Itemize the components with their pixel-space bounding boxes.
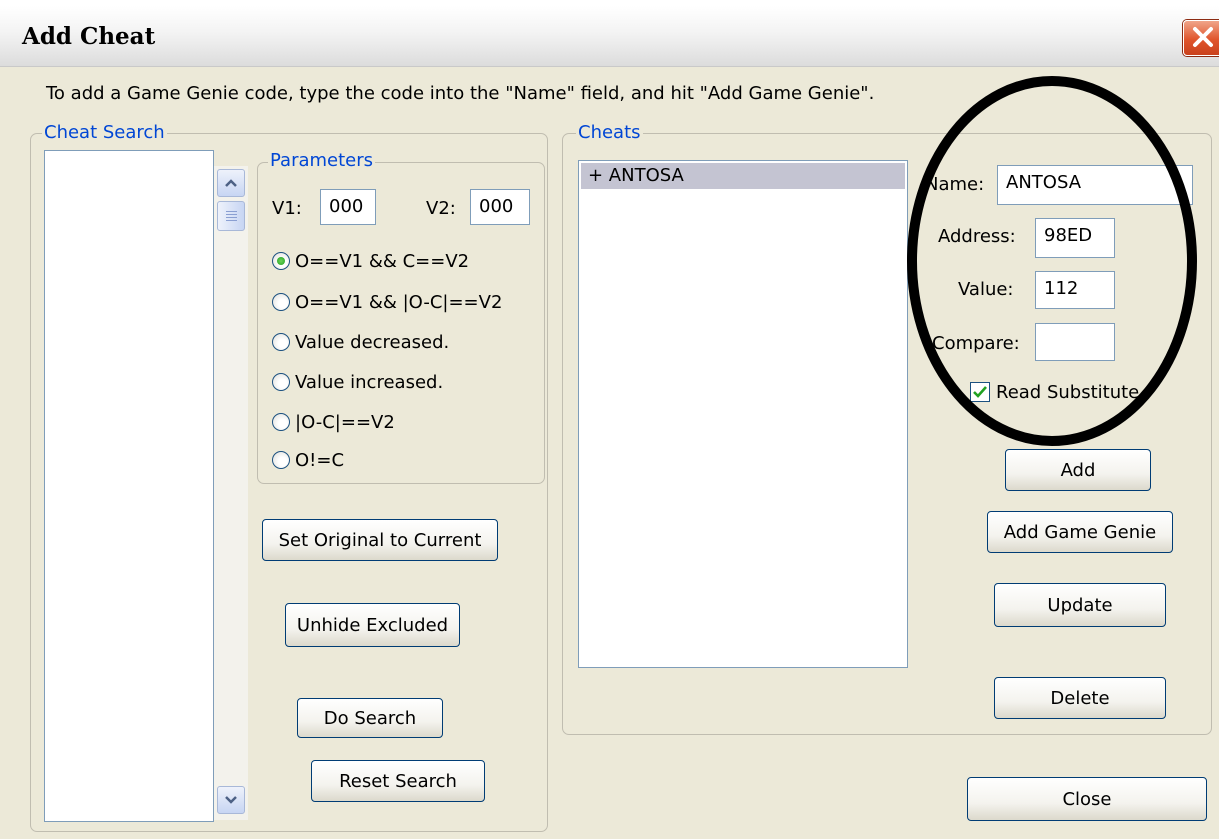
radio-option-3[interactable]: Value decreased.: [272, 330, 449, 354]
annotation-ellipse: [907, 76, 1197, 446]
radio-icon: [272, 293, 290, 311]
update-button[interactable]: Update: [994, 583, 1166, 627]
v1-input[interactable]: 000: [320, 189, 376, 225]
radio-option-2[interactable]: O==V1 && |O-C|==V2: [272, 290, 502, 314]
radio-option-1[interactable]: O==V1 && C==V2: [272, 249, 469, 273]
radio-selected-icon: [272, 252, 290, 270]
arrow-down-icon: [225, 796, 237, 804]
cheat-search-label: Cheat Search: [42, 122, 167, 143]
close-button[interactable]: Close: [967, 777, 1207, 821]
radio-label: O==V1 && |O-C|==V2: [295, 291, 503, 313]
radio-option-5[interactable]: |O-C|==V2: [272, 410, 395, 434]
cheat-list-item[interactable]: + ANTOSA: [581, 163, 905, 189]
scroll-thumb[interactable]: [217, 201, 245, 231]
delete-button[interactable]: Delete: [994, 677, 1166, 719]
close-window-button[interactable]: [1183, 20, 1219, 56]
v2-label: V2:: [426, 198, 456, 219]
radio-icon: [272, 451, 290, 469]
cheats-list[interactable]: + ANTOSA: [578, 160, 908, 668]
close-icon: [1193, 27, 1213, 47]
window-title: Add Cheat: [22, 23, 156, 50]
search-results-scrollbar[interactable]: [214, 166, 248, 820]
add-cheat-dialog: Add Cheat To add a Game Genie code, type…: [0, 6, 1219, 839]
radio-label: O!=C: [295, 449, 345, 471]
radio-option-6[interactable]: O!=C: [272, 448, 344, 472]
radio-icon: [272, 413, 290, 431]
set-original-to-current-button[interactable]: Set Original to Current: [262, 519, 498, 561]
do-search-button[interactable]: Do Search: [297, 698, 443, 738]
radio-label: Value increased.: [295, 371, 444, 393]
title-bar[interactable]: Add Cheat: [0, 6, 1219, 67]
radio-label: O==V1 && C==V2: [295, 250, 470, 272]
radio-icon: [272, 333, 290, 351]
parameters-label: Parameters: [268, 150, 376, 171]
arrow-up-icon: [225, 179, 237, 187]
v1-label: V1:: [272, 198, 302, 219]
radio-icon: [272, 373, 290, 391]
scroll-down-button[interactable]: [217, 786, 245, 814]
unhide-excluded-button[interactable]: Unhide Excluded: [285, 603, 460, 647]
search-results-list[interactable]: [44, 150, 214, 822]
v2-input[interactable]: 000: [470, 189, 530, 225]
radio-label: Value decreased.: [295, 331, 450, 353]
scroll-up-button[interactable]: [217, 169, 245, 197]
reset-search-button[interactable]: Reset Search: [311, 760, 485, 802]
add-game-genie-button[interactable]: Add Game Genie: [987, 511, 1173, 553]
instructions-text: To add a Game Genie code, type the code …: [46, 83, 875, 104]
radio-option-4[interactable]: Value increased.: [272, 370, 443, 394]
cheats-label: Cheats: [576, 122, 643, 143]
radio-label: |O-C|==V2: [295, 411, 395, 433]
